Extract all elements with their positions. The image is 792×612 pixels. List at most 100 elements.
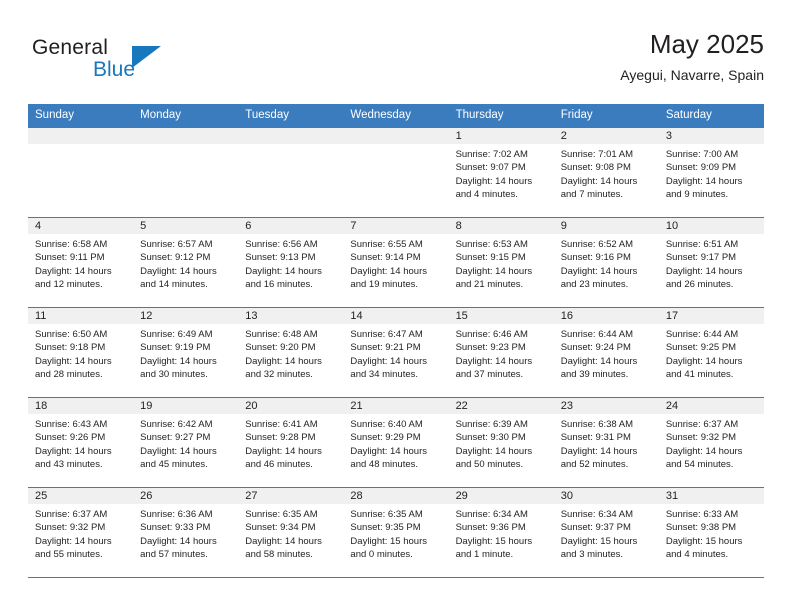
sunrise-text: Sunrise: 7:01 AM (560, 149, 634, 160)
sunrise-text: Sunrise: 6:35 AM (350, 509, 423, 520)
day-number: 28 (343, 488, 449, 504)
daylight-text: Daylight: 14 hours and 54 minutes. (665, 445, 743, 471)
day-details: Sunrise: 6:47 AM Sunset: 9:21 PM Daylight:… (343, 324, 448, 382)
sunrise-text: Sunrise: 6:36 AM (140, 509, 213, 520)
day-number: 22 (448, 398, 554, 414)
day-cell[interactable]: 28 Sunrise: 6:35 AM Sunset: 9:35 PM Dayligh… (343, 488, 449, 577)
daylight-text: Daylight: 15 hours and 0 minutes. (350, 535, 427, 561)
day-details: Sunrise: 6:39 AM Sunset: 9:30 PM Daylight:… (449, 414, 554, 472)
day-details: Sunrise: 6:35 AM Sunset: 9:34 PM Daylight:… (238, 504, 343, 562)
sunrise-text: Sunrise: 6:37 AM (35, 509, 108, 520)
day-details: Sunrise: 6:37 AM Sunset: 9:32 PM Daylight:… (28, 504, 133, 562)
day-cell[interactable]: 15 Sunrise: 6:46 AM Sunset: 9:23 PM Dayligh… (448, 308, 554, 397)
day-cell[interactable]: 30 Sunrise: 6:34 AM Sunset: 9:37 PM Dayligh… (553, 488, 659, 577)
day-details: Sunrise: 6:34 AM Sunset: 9:36 PM Daylight:… (449, 504, 554, 562)
sunrise-text: Sunrise: 7:02 AM (455, 149, 528, 160)
sunset-text: Sunset: 9:15 PM (455, 252, 526, 264)
general-blue-logo[interactable]: General Blue (32, 36, 212, 94)
daylight-text: Daylight: 14 hours and 37 minutes. (455, 355, 533, 381)
sunset-text: Sunset: 9:34 PM (245, 522, 316, 534)
day-cell[interactable]: 25 Sunrise: 6:37 AM Sunset: 9:32 PM Dayligh… (28, 488, 134, 577)
sunrise-text: Sunrise: 6:55 AM (350, 239, 423, 250)
day-cell[interactable]: 8 Sunrise: 6:53 AM Sunset: 9:15 PM Daylight… (448, 218, 554, 307)
day-cell[interactable]: 16 Sunrise: 6:44 AM Sunset: 9:24 PM Dayligh… (553, 308, 659, 397)
day-number: 30 (553, 488, 659, 504)
sunset-text: Sunset: 9:24 PM (560, 342, 631, 354)
day-details: Sunrise: 6:43 AM Sunset: 9:26 PM Daylight:… (28, 414, 133, 472)
day-cell[interactable]: 13 Sunrise: 6:48 AM Sunset: 9:20 PM Dayligh… (238, 308, 344, 397)
daylight-text: Daylight: 14 hours and 50 minutes. (455, 445, 533, 471)
day-cell[interactable]: 2 Sunrise: 7:01 AM Sunset: 9:08 PM Daylight… (553, 128, 659, 217)
day-details: Sunrise: 6:44 AM Sunset: 9:24 PM Daylight:… (554, 324, 659, 382)
daylight-text: Daylight: 14 hours and 55 minutes. (35, 535, 112, 561)
sunset-text: Sunset: 9:27 PM (140, 432, 211, 444)
triangle-icon (132, 46, 161, 68)
day-cell[interactable]: 5 Sunrise: 6:57 AM Sunset: 9:12 PM Daylight… (133, 218, 239, 307)
weekday-header-wednesday: Wednesday (350, 109, 411, 121)
day-details: Sunrise: 6:50 AM Sunset: 9:18 PM Daylight:… (28, 324, 133, 382)
calendar-week-row: 25 Sunrise: 6:37 AM Sunset: 9:32 PM Dayligh… (28, 488, 764, 578)
day-cell[interactable]: 29 Sunrise: 6:34 AM Sunset: 9:36 PM Dayligh… (448, 488, 554, 577)
daylight-text: Daylight: 15 hours and 1 minute. (455, 535, 533, 561)
daylight-text: Daylight: 14 hours and 48 minutes. (350, 445, 427, 471)
day-number: 26 (133, 488, 239, 504)
day-details: Sunrise: 7:00 AM Sunset: 9:09 PM Daylight:… (659, 144, 764, 202)
sunrise-text: Sunrise: 6:46 AM (455, 329, 528, 340)
day-cell[interactable]: 1 Sunrise: 7:02 AM Sunset: 9:07 PM Daylight… (448, 128, 554, 217)
weekday-header-tuesday: Tuesday (245, 109, 289, 121)
title-block: May 2025 Ayegui, Navarre, Spain (620, 28, 764, 85)
day-number: 6 (238, 218, 344, 234)
day-number (238, 128, 344, 144)
day-cell[interactable]: 9 Sunrise: 6:52 AM Sunset: 9:16 PM Daylight… (553, 218, 659, 307)
day-cell[interactable]: 27 Sunrise: 6:35 AM Sunset: 9:34 PM Dayligh… (238, 488, 344, 577)
sunrise-text: Sunrise: 6:49 AM (140, 329, 213, 340)
day-cell[interactable]: 7 Sunrise: 6:55 AM Sunset: 9:14 PM Daylight… (343, 218, 449, 307)
day-cell[interactable]: 3 Sunrise: 7:00 AM Sunset: 9:09 PM Daylight… (658, 128, 764, 217)
daylight-text: Daylight: 14 hours and 28 minutes. (35, 355, 112, 381)
day-cell[interactable]: 18 Sunrise: 6:43 AM Sunset: 9:26 PM Dayligh… (28, 398, 134, 487)
sunset-text: Sunset: 9:36 PM (455, 522, 526, 534)
day-cell[interactable]: 22 Sunrise: 6:39 AM Sunset: 9:30 PM Dayligh… (448, 398, 554, 487)
day-cell[interactable]: 10 Sunrise: 6:51 AM Sunset: 9:17 PM Dayligh… (658, 218, 764, 307)
day-cell[interactable]: 23 Sunrise: 6:38 AM Sunset: 9:31 PM Dayligh… (553, 398, 659, 487)
day-number: 23 (553, 398, 659, 414)
day-cell[interactable]: 6 Sunrise: 6:56 AM Sunset: 9:13 PM Daylight… (238, 218, 344, 307)
day-cell[interactable]: 19 Sunrise: 6:42 AM Sunset: 9:27 PM Dayligh… (133, 398, 239, 487)
day-cell[interactable]: 24 Sunrise: 6:37 AM Sunset: 9:32 PM Dayligh… (658, 398, 764, 487)
sunset-text: Sunset: 9:37 PM (560, 522, 631, 534)
sunset-text: Sunset: 9:09 PM (665, 162, 737, 174)
day-cell[interactable]: 4 Sunrise: 6:58 AM Sunset: 9:11 PM Daylight… (28, 218, 134, 307)
sunrise-text: Sunrise: 6:37 AM (665, 419, 739, 430)
day-cell[interactable]: 14 Sunrise: 6:47 AM Sunset: 9:21 PM Dayligh… (343, 308, 449, 397)
day-cell[interactable]: 17 Sunrise: 6:44 AM Sunset: 9:25 PM Dayligh… (658, 308, 764, 397)
day-cell[interactable]: 12 Sunrise: 6:49 AM Sunset: 9:19 PM Dayligh… (133, 308, 239, 397)
day-cell[interactable]: 20 Sunrise: 6:41 AM Sunset: 9:28 PM Dayligh… (238, 398, 344, 487)
day-details: Sunrise: 6:42 AM Sunset: 9:27 PM Daylight:… (133, 414, 238, 472)
day-cell[interactable]: 31 Sunrise: 6:33 AM Sunset: 9:38 PM Dayligh… (658, 488, 764, 577)
sunset-text: Sunset: 9:38 PM (665, 522, 737, 534)
sunrise-text: Sunrise: 6:34 AM (455, 509, 528, 520)
daylight-text: Daylight: 14 hours and 9 minutes. (665, 175, 743, 201)
day-details: Sunrise: 7:02 AM Sunset: 9:07 PM Daylight:… (449, 144, 554, 202)
sunset-text: Sunset: 9:07 PM (455, 162, 526, 174)
day-number: 14 (343, 308, 449, 324)
calendar-page: General Blue May 2025 Ayegui, Navarre, S… (0, 0, 792, 612)
day-details: Sunrise: 6:56 AM Sunset: 9:13 PM Daylight:… (238, 234, 343, 292)
day-details: Sunrise: 6:37 AM Sunset: 9:32 PM Daylight:… (659, 414, 764, 472)
day-number: 24 (658, 398, 764, 414)
day-cell[interactable]: 26 Sunrise: 6:36 AM Sunset: 9:33 PM Dayligh… (133, 488, 239, 577)
day-cell[interactable]: 11 Sunrise: 6:50 AM Sunset: 9:18 PM Dayligh… (28, 308, 134, 397)
daylight-text: Daylight: 14 hours and 32 minutes. (245, 355, 322, 381)
sunrise-text: Sunrise: 6:56 AM (245, 239, 318, 250)
day-details: Sunrise: 6:48 AM Sunset: 9:20 PM Daylight:… (238, 324, 343, 382)
day-cell[interactable]: 21 Sunrise: 6:40 AM Sunset: 9:29 PM Dayligh… (343, 398, 449, 487)
day-number: 8 (448, 218, 554, 234)
weekday-header-friday: Friday (560, 109, 593, 121)
sunrise-text: Sunrise: 6:34 AM (560, 509, 634, 520)
day-details: Sunrise: 6:38 AM Sunset: 9:31 PM Daylight:… (554, 414, 659, 472)
sunrise-text: Sunrise: 6:43 AM (35, 419, 108, 430)
day-number: 5 (133, 218, 239, 234)
sunset-text: Sunset: 9:30 PM (455, 432, 526, 444)
sunrise-text: Sunrise: 6:38 AM (560, 419, 634, 430)
page-title: May 2025 (649, 29, 764, 59)
